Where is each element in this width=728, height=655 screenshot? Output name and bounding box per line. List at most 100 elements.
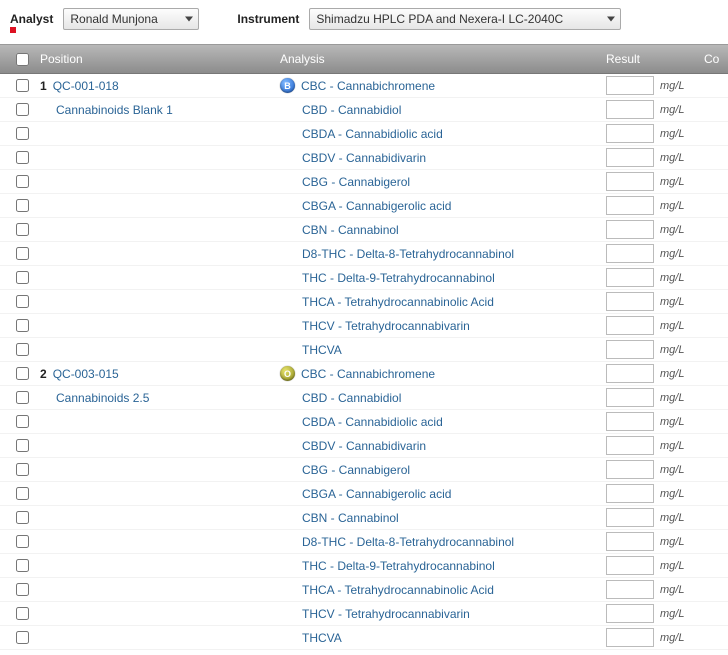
sample-number: 1 [40,79,47,93]
analyte-link[interactable]: THCVA [302,343,342,357]
table-row: Cannabinoids 2.5 CBD - Cannabidiol mg/L [0,386,728,410]
analyte-link[interactable]: THCVA [302,631,342,645]
filter-bar: Analyst Ronald Munjona Instrument Shimad… [0,0,728,44]
result-input[interactable] [606,388,654,407]
row-checkbox[interactable] [16,247,29,260]
result-input[interactable] [606,196,654,215]
row-checkbox[interactable] [16,343,29,356]
sample-name-link[interactable]: Cannabinoids Blank 1 [56,103,173,117]
result-input[interactable] [606,268,654,287]
table-row: 1QC-001-018BCBC - Cannabichromenemg/L [0,74,728,98]
sample-code-link[interactable]: QC-003-015 [53,367,119,381]
row-checkbox[interactable] [16,103,29,116]
row-checkbox[interactable] [16,511,29,524]
row-checkbox[interactable] [16,487,29,500]
unit-label: mg/L [660,608,684,620]
row-checkbox[interactable] [16,415,29,428]
analyte-link[interactable]: D8-THC - Delta-8-Tetrahydrocannabinol [302,535,514,549]
table-row: THCVAmg/L [0,626,728,650]
result-input[interactable] [606,436,654,455]
sample-number: 2 [40,367,47,381]
sample-name-link[interactable]: Cannabinoids 2.5 [56,391,149,405]
result-input[interactable] [606,172,654,191]
instrument-label: Instrument [237,12,299,26]
header-position[interactable]: Position [34,52,280,66]
result-input[interactable] [606,580,654,599]
unit-label: mg/L [660,296,684,308]
result-input[interactable] [606,292,654,311]
row-checkbox[interactable] [16,583,29,596]
analyte-link[interactable]: CBC - Cannabichromene [301,79,435,93]
unit-label: mg/L [660,536,684,548]
analyte-link[interactable]: THCV - Tetrahydrocannabivarin [302,607,470,621]
analyte-link[interactable]: CBN - Cannabinol [302,511,399,525]
table-row: THCA - Tetrahydrocannabinolic Acid mg/L [0,578,728,602]
row-checkbox[interactable] [16,175,29,188]
analyte-link[interactable]: CBDV - Cannabidivarin [302,439,426,453]
result-input[interactable] [606,148,654,167]
instrument-select[interactable]: Shimadzu HPLC PDA and Nexera-I LC-2040C [309,8,621,30]
result-input[interactable] [606,340,654,359]
row-checkbox[interactable] [16,271,29,284]
row-checkbox[interactable] [16,391,29,404]
result-input[interactable] [606,364,654,383]
row-checkbox[interactable] [16,79,29,92]
analyte-link[interactable]: CBGA - Cannabigerolic acid [302,199,451,213]
result-input[interactable] [606,100,654,119]
row-checkbox[interactable] [16,559,29,572]
unit-label: mg/L [660,272,684,284]
unit-label: mg/L [660,584,684,596]
header-analysis[interactable]: Analysis [280,52,606,66]
analyte-link[interactable]: CBN - Cannabinol [302,223,399,237]
select-all-checkbox[interactable] [16,53,29,66]
result-input[interactable] [606,316,654,335]
unit-label: mg/L [660,392,684,404]
row-checkbox[interactable] [16,463,29,476]
row-checkbox[interactable] [16,535,29,548]
unit-label: mg/L [660,152,684,164]
analyte-link[interactable]: CBD - Cannabidiol [302,391,401,405]
analyte-link[interactable]: CBG - Cannabigerol [302,175,410,189]
row-checkbox[interactable] [16,319,29,332]
row-checkbox[interactable] [16,151,29,164]
result-input[interactable] [606,412,654,431]
result-input[interactable] [606,124,654,143]
result-input[interactable] [606,556,654,575]
analyte-link[interactable]: CBG - Cannabigerol [302,463,410,477]
analyte-link[interactable]: CBDV - Cannabidivarin [302,151,426,165]
analyte-link[interactable]: CBDA - Cannabidiolic acid [302,415,443,429]
analyte-link[interactable]: CBD - Cannabidiol [302,103,401,117]
result-input[interactable] [606,628,654,647]
analyte-link[interactable]: D8-THC - Delta-8-Tetrahydrocannabinol [302,247,514,261]
result-input[interactable] [606,220,654,239]
result-input[interactable] [606,532,654,551]
row-checkbox[interactable] [16,439,29,452]
analyte-link[interactable]: THC - Delta-9-Tetrahydrocannabinol [302,271,495,285]
sample-code-link[interactable]: QC-001-018 [53,79,119,93]
row-checkbox[interactable] [16,631,29,644]
result-input[interactable] [606,460,654,479]
analyte-link[interactable]: THCV - Tetrahydrocannabivarin [302,319,470,333]
result-input[interactable] [606,484,654,503]
result-input[interactable] [606,604,654,623]
result-input[interactable] [606,508,654,527]
header-co[interactable]: Co [704,52,728,66]
row-checkbox[interactable] [16,127,29,140]
result-input[interactable] [606,244,654,263]
analyte-link[interactable]: THCA - Tetrahydrocannabinolic Acid [302,583,494,597]
header-result[interactable]: Result [606,52,704,66]
analyst-select[interactable]: Ronald Munjona [63,8,199,30]
row-checkbox[interactable] [16,295,29,308]
row-checkbox[interactable] [16,199,29,212]
row-checkbox[interactable] [16,367,29,380]
row-checkbox[interactable] [16,223,29,236]
analyte-link[interactable]: THCA - Tetrahydrocannabinolic Acid [302,295,494,309]
analyte-link[interactable]: CBC - Cannabichromene [301,367,435,381]
chevron-down-icon [607,17,615,22]
result-input[interactable] [606,76,654,95]
unit-label: mg/L [660,416,684,428]
analyte-link[interactable]: THC - Delta-9-Tetrahydrocannabinol [302,559,495,573]
analyte-link[interactable]: CBDA - Cannabidiolic acid [302,127,443,141]
analyte-link[interactable]: CBGA - Cannabigerolic acid [302,487,451,501]
row-checkbox[interactable] [16,607,29,620]
